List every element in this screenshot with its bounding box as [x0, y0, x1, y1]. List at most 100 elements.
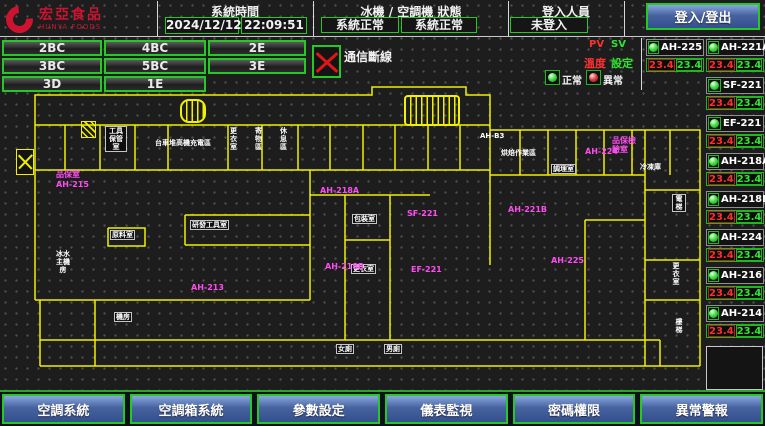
equip-status-led: [708, 79, 721, 92]
equip-cell-ah-221a[interactable]: AH-221A: [706, 39, 764, 56]
comm-fail-icon: [312, 45, 341, 78]
sv-value: 23.4: [736, 97, 763, 109]
equip-status-led: [648, 41, 659, 54]
comm-fail-label: 通信斷線: [344, 48, 392, 65]
equip-status-led: [708, 155, 719, 168]
floor-button-3d[interactable]: 3D: [2, 76, 102, 92]
sv-value: 23.4: [736, 287, 763, 299]
equip-cell-ah-218a[interactable]: AH-218A: [706, 153, 764, 170]
brand-logo-icon: [0, 0, 38, 38]
equip-status-led: [708, 117, 721, 130]
login-user-value: 未登入: [510, 17, 588, 33]
room-label: AH-B3: [480, 132, 504, 140]
pv-value: 23.4: [708, 249, 735, 261]
equip-name: EF-221: [723, 118, 761, 129]
sv-value: 23.4: [736, 211, 763, 223]
sv-value: 23.4: [736, 173, 763, 185]
equip-values-ah-218b: 23.4 23.4: [706, 210, 764, 224]
room-label: 冷凍庫: [640, 163, 661, 171]
device-label-sf-221: SF-221: [407, 209, 438, 218]
chiller-status-value: 系統正常: [321, 17, 399, 33]
nav-button-abnormal-alarm[interactable]: 異常警報: [640, 394, 763, 424]
pv-value: 23.4: [648, 59, 675, 71]
device-label-qa-lab: 品保檢驗室: [612, 136, 636, 154]
nav-button-meter-monitor[interactable]: 儀表監視: [385, 394, 508, 424]
nav-button-ahu-system[interactable]: 空調箱系統: [130, 394, 253, 424]
device-label-ah-218a: AH-218A: [320, 186, 359, 195]
equip-cell-ah-214[interactable]: AH-214: [706, 305, 764, 322]
sv-value: 23.4: [736, 59, 763, 71]
equip-cell-ah-216[interactable]: AH-216: [706, 267, 764, 284]
room-label: 烘焙作業區: [501, 149, 536, 157]
ac-status-value: 系統正常: [401, 17, 477, 33]
equip-name: AH-218B: [721, 194, 765, 205]
equip-name: AH-221A: [721, 42, 765, 53]
header-divider: [508, 1, 509, 36]
equip-name: AH-214: [721, 308, 762, 319]
floor-button-2bc[interactable]: 2BC: [2, 40, 102, 56]
equip-cell-sf-221[interactable]: SF-221: [706, 77, 764, 94]
floor-button-4bc[interactable]: 4BC: [104, 40, 206, 56]
pv-value: 23.4: [708, 211, 735, 223]
room-label: 冰水主機房: [54, 250, 72, 274]
panel-divider: [641, 38, 642, 90]
header-divider: [624, 1, 625, 36]
equip-status-led: [708, 231, 719, 244]
system-time-value: 22:09:51: [241, 17, 307, 34]
device-label-ah-218b: AH-218B: [325, 262, 364, 271]
sv-value: 23.4: [676, 59, 703, 71]
login-logout-button[interactable]: 登入/登出: [646, 3, 760, 30]
normal-led-icon: [545, 70, 560, 85]
room-label: 樓梯: [674, 318, 684, 334]
normal-legend-label: 正常: [562, 72, 582, 87]
device-label-ef-221: EF-221: [411, 265, 442, 274]
equip-cell-ah-225[interactable]: AH-225: [646, 39, 704, 56]
abnormal-led-icon: [586, 70, 601, 85]
equip-values-ah-225: 23.4 23.4: [646, 58, 704, 72]
stair-icon: [180, 99, 206, 123]
floor-button-1e[interactable]: 1E: [104, 76, 206, 92]
pv-value: 23.4: [708, 287, 735, 299]
system-date-value: 2024/12/12: [165, 17, 239, 34]
room-label: 機房: [114, 312, 132, 322]
floor-button-5bc[interactable]: 5BC: [104, 58, 206, 74]
nav-button-parameters[interactable]: 參數設定: [257, 394, 380, 424]
device-room-label-ah-215: 品保室: [56, 170, 80, 179]
nav-button-ac-system[interactable]: 空調系統: [2, 394, 125, 424]
room-label: 台車堆高機充電區: [155, 139, 211, 147]
pv-value: 23.4: [708, 135, 735, 147]
room-label: 調理室: [551, 164, 576, 174]
room-label: 男廁: [384, 344, 402, 354]
room-label: 休息區: [279, 127, 288, 151]
device-label-ah-225: AH-225: [551, 256, 584, 265]
equip-name: AH-218A: [721, 156, 765, 167]
nav-button-password-auth[interactable]: 密碼權限: [513, 394, 636, 424]
device-label-ah-213: AH-213: [191, 283, 224, 292]
equip-name: AH-224: [721, 232, 762, 243]
set-label: 設定: [611, 55, 633, 71]
equip-name: SF-221: [723, 80, 762, 91]
brand-logo: 宏亞食品 HUNYA FOODS: [6, 3, 156, 35]
sv-value: 23.4: [736, 325, 763, 337]
equip-status-led: [708, 193, 719, 206]
equip-values-ah-216: 23.4 23.4: [706, 286, 764, 300]
equip-empty-slot: [706, 346, 763, 390]
temp-label: 溫度: [584, 55, 606, 71]
floor-button-3bc[interactable]: 3BC: [2, 58, 102, 74]
floor-button-2e[interactable]: 2E: [208, 40, 306, 56]
floor-button-3e[interactable]: 3E: [208, 58, 306, 74]
device-label-ah-215: AH-215: [56, 180, 89, 189]
equip-cell-ah-218b[interactable]: AH-218B: [706, 191, 764, 208]
ladder-icon: [404, 95, 460, 126]
equip-cell-ef-221[interactable]: EF-221: [706, 115, 764, 132]
bottom-nav: 空調系統 空調箱系統 參數設定 儀表監視 密碼權限 異常警報: [0, 390, 765, 426]
room-label: 工具保管室: [105, 126, 127, 152]
room-label: 包裝室: [352, 214, 377, 224]
header-underline: [0, 36, 765, 37]
equip-name: AH-216: [721, 270, 762, 281]
equip-cell-ah-224[interactable]: AH-224: [706, 229, 764, 246]
hmi-screen: 宏亞食品 HUNYA FOODS 系統時間 2024/12/12 22:09:5…: [0, 0, 765, 426]
equip-values-ah-224: 23.4 23.4: [706, 248, 764, 262]
shaft-icon: [16, 149, 34, 175]
header-divider: [313, 1, 314, 36]
